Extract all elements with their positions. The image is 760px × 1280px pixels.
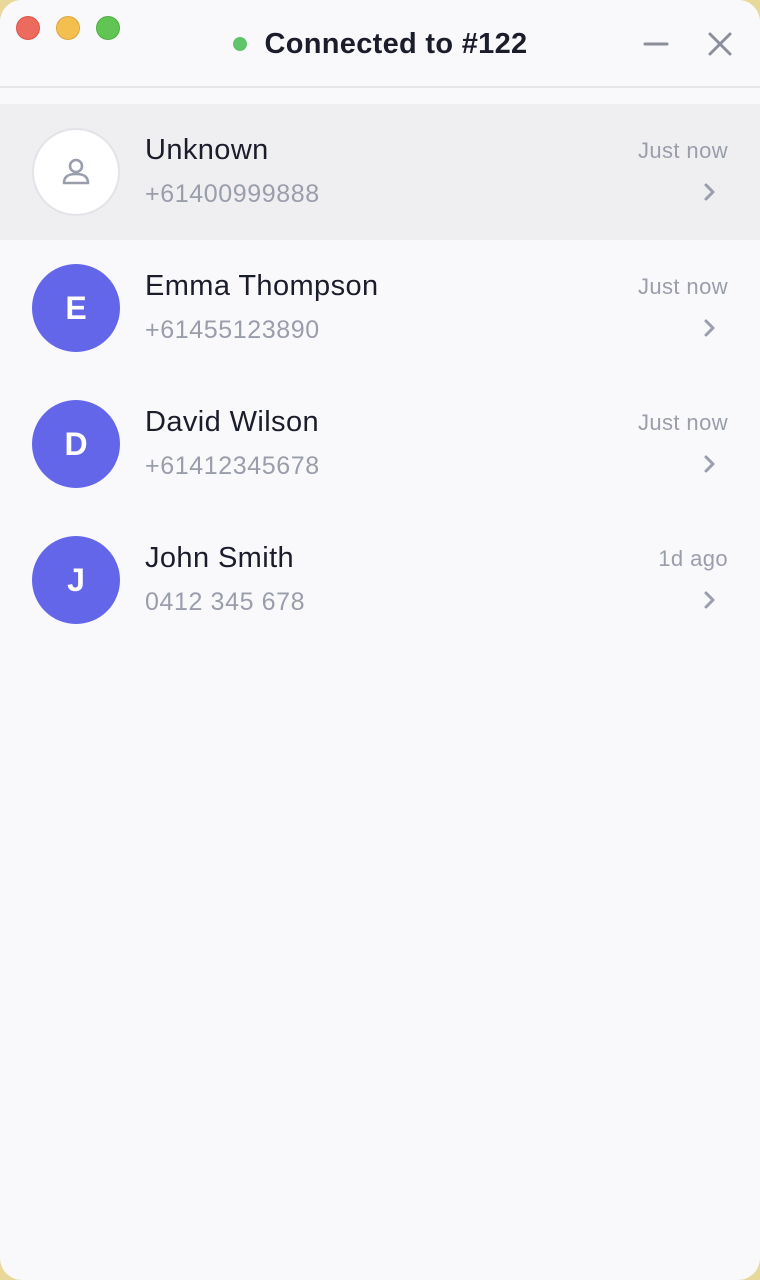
close-button[interactable] <box>700 24 740 64</box>
contact-row[interactable]: E Emma Thompson +61455123890 Just now <box>0 240 760 376</box>
avatar: J <box>32 536 120 624</box>
contact-name: Unknown <box>145 134 269 166</box>
status-dot-icon <box>232 37 247 51</box>
minimize-button[interactable] <box>636 24 676 64</box>
contact-row[interactable]: J John Smith 0412 345 678 1d ago <box>0 512 760 648</box>
contact-name: Emma Thompson <box>145 270 379 302</box>
contact-phone: +61400999888 <box>145 180 320 208</box>
contact-phone: 0412 345 678 <box>145 588 306 616</box>
contact-name: John Smith <box>145 542 295 574</box>
minimize-icon <box>643 42 669 46</box>
contact-phone: +61412345678 <box>145 452 320 480</box>
app-window: Connected to #122 Unknown +61400999888 J… <box>0 0 760 1280</box>
contact-time: Just now <box>637 138 728 163</box>
contact-time: Just now <box>637 410 728 435</box>
avatar: E <box>32 264 120 352</box>
contact-row[interactable]: Unknown +61400999888 Just now <box>0 104 760 240</box>
status-text: Connected to #122 <box>264 27 528 60</box>
avatar <box>32 128 120 216</box>
chevron-right-icon <box>704 319 715 337</box>
avatar: D <box>32 400 120 488</box>
chevron-right-icon <box>704 183 715 201</box>
contact-time: 1d ago <box>658 546 728 571</box>
contact-row[interactable]: D David Wilson +61412345678 Just now <box>0 376 760 512</box>
chevron-right-icon <box>704 591 715 609</box>
person-icon <box>62 158 90 185</box>
contact-time: Just now <box>637 274 728 299</box>
chevron-right-icon <box>704 455 715 473</box>
title-bar: Connected to #122 <box>0 0 760 88</box>
contact-name: David Wilson <box>145 406 320 438</box>
contact-list: Unknown +61400999888 Just now E Emma Tho… <box>0 104 760 648</box>
contact-phone: +61455123890 <box>145 316 320 344</box>
close-icon <box>708 32 732 56</box>
